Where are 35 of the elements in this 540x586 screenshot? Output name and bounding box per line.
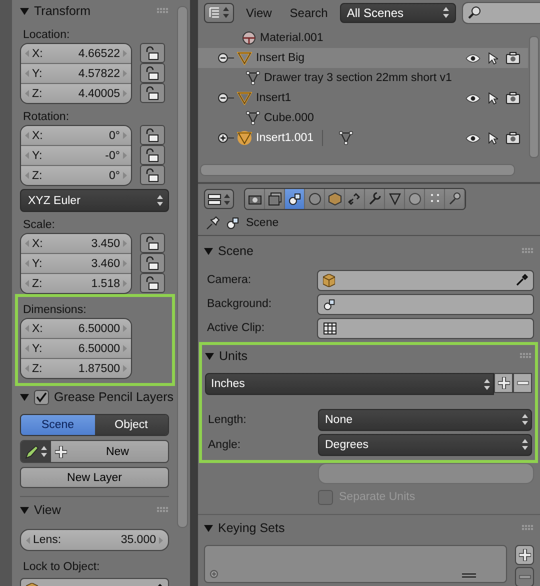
unit-dropdown[interactable]: Degrees [318, 434, 532, 456]
tree-item[interactable]: Cube.000 [264, 112, 314, 124]
selected-row[interactable]: Insert Big [198, 48, 528, 68]
context-label: Scene [246, 217, 279, 229]
panel-title[interactable]: Grease Pencil Layers [54, 390, 174, 404]
tree-item[interactable]: Insert Big [256, 52, 305, 64]
field-label: Background: [206, 298, 273, 310]
toggle-tab[interactable]: Object [94, 415, 168, 435]
preset-dropdown[interactable]: Inches [205, 373, 494, 395]
tree-item[interactable]: Material.001 [260, 32, 324, 44]
panel-title[interactable]: View [34, 503, 61, 517]
field-label: Length: [207, 414, 248, 426]
tree-item[interactable]: Drawer tray 3 section 22mm short v1 [264, 72, 452, 84]
section-label: Rotation: [23, 111, 70, 123]
field-label: Angle: [207, 438, 242, 450]
unit-dropdown[interactable]: None [318, 408, 532, 430]
panel-title[interactable]: Keying Sets [218, 521, 285, 535]
section-label: Scale: [23, 219, 55, 231]
panel-title[interactable]: Transform [34, 4, 90, 18]
section-label: Dimensions: [23, 304, 86, 316]
section-label: Location: [23, 29, 70, 41]
menu-item[interactable]: View [240, 6, 278, 20]
panel-title[interactable]: Units [219, 349, 248, 363]
tree-item[interactable]: Insert1 [256, 92, 292, 104]
new-layer-button[interactable]: New Layer [20, 467, 169, 488]
menu-item[interactable]: Search [284, 6, 334, 20]
new-button[interactable]: New [51, 441, 168, 462]
panel-title[interactable]: Scene [218, 244, 254, 258]
scene-filter-dropdown[interactable]: All Scenes [340, 2, 456, 22]
tree-item[interactable]: Insert1.001 [256, 132, 314, 144]
field-label: Lock to Object: [23, 561, 100, 573]
field-label: Camera: [206, 274, 252, 286]
rotation-mode-dropdown[interactable]: XYZ Euler [20, 189, 169, 212]
toggle-tab[interactable]: Scene [21, 415, 94, 435]
field-label: Active Clip: [206, 322, 266, 334]
